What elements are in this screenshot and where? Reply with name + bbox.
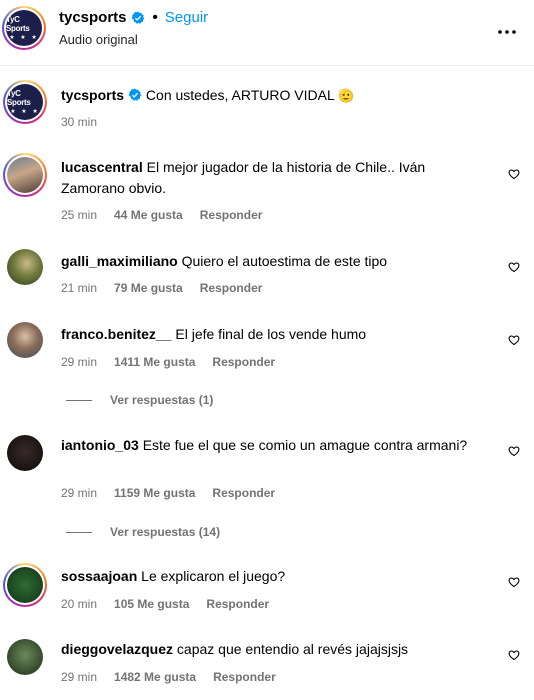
comment-text: franco.benitez__ El jefe final de los ve…	[61, 324, 481, 345]
comment-likes[interactable]: 105 Me gusta	[114, 597, 189, 611]
reply-button[interactable]: Responder	[200, 281, 263, 295]
post-author: tycsports • Seguir	[59, 9, 208, 26]
comment-time[interactable]: 25 min	[61, 208, 97, 222]
comment-likes[interactable]: 44 Me gusta	[114, 208, 183, 222]
comment-body: Este fue el que se comio un amague contr…	[142, 437, 468, 453]
avatar-photo	[7, 157, 43, 193]
comment-text: iantonio_03 Este fue el que se comio un …	[61, 435, 481, 456]
comment-text: sossaajoan Le explicaron el juego?	[61, 566, 481, 587]
replies-divider	[66, 399, 92, 401]
comment-time[interactable]: 29 min	[61, 486, 97, 500]
comment-body: El jefe final de los vende humo	[175, 326, 367, 342]
story-ring-avatar[interactable]: TyC Sports ★ ★ ★	[2, 6, 46, 50]
verified-icon	[128, 88, 142, 101]
comment-meta: 29 min 1411 Me gusta Responder	[61, 355, 275, 369]
comment-avatar[interactable]	[7, 249, 43, 285]
view-replies-label: Ver respuestas (1)	[110, 393, 214, 407]
reply-button[interactable]: Responder	[200, 208, 263, 222]
comment-username[interactable]: iantonio_03	[61, 437, 139, 453]
caption-username[interactable]: tycsports	[61, 87, 124, 103]
comment-username[interactable]: dieggovelazquez	[61, 641, 173, 657]
caption-body: Con ustedes, ARTURO VIDAL	[145, 87, 335, 103]
comment-text: lucascentral El mejor jugador de la hist…	[61, 157, 481, 199]
heart-icon[interactable]	[508, 576, 520, 588]
caption-avatar[interactable]: TyC Sports ★ ★ ★	[3, 80, 47, 124]
comment-likes[interactable]: 1159 Me gusta	[114, 486, 195, 500]
comment-username[interactable]: lucascentral	[61, 159, 143, 175]
more-options-icon[interactable]	[498, 18, 516, 39]
verified-icon	[131, 11, 144, 24]
comment-body: Le explicaron el juego?	[141, 568, 286, 584]
comment-time[interactable]: 21 min	[61, 281, 97, 295]
salute-emoji: 🫡	[338, 88, 355, 103]
comment-text: dieggovelazquez capaz que entendio al re…	[61, 639, 481, 660]
heart-icon[interactable]	[508, 168, 520, 180]
audio-label[interactable]: Audio original	[59, 32, 138, 47]
comment-meta: 29 min 1482 Me gusta Responder	[61, 670, 276, 684]
heart-icon[interactable]	[508, 445, 520, 457]
heart-icon[interactable]	[508, 334, 520, 346]
comment-meta: 20 min 105 Me gusta Responder	[61, 597, 269, 611]
comment-likes[interactable]: 1482 Me gusta	[114, 670, 196, 684]
replies-divider	[66, 531, 92, 533]
comment-avatar[interactable]	[7, 322, 43, 358]
comment-username[interactable]: galli_maximiliano	[61, 253, 178, 269]
reply-button[interactable]: Responder	[212, 486, 275, 500]
caption-time[interactable]: 30 min	[61, 115, 97, 129]
comment-time[interactable]: 29 min	[61, 670, 97, 684]
comment-avatar[interactable]	[3, 153, 47, 197]
view-replies-label: Ver respuestas (14)	[110, 525, 221, 539]
comment-time[interactable]: 20 min	[61, 597, 97, 611]
comment-likes[interactable]: 1411 Me gusta	[114, 355, 195, 369]
comment-body: Quiero el autoestima de este tipo	[181, 253, 388, 269]
avatar-photo	[7, 567, 43, 603]
separator-dot: •	[152, 9, 158, 26]
tycsports-logo: TyC Sports ★ ★ ★	[7, 84, 43, 120]
caption-meta: 30 min	[61, 115, 114, 129]
comment-body: capaz que entendio al revés jajajsjsjs	[176, 641, 409, 657]
view-replies-button[interactable]: Ver respuestas (1)	[66, 393, 213, 407]
comment-username[interactable]: franco.benitez__	[61, 326, 171, 342]
comment-likes[interactable]: 79 Me gusta	[114, 281, 183, 295]
heart-icon[interactable]	[508, 261, 520, 273]
comment-text: galli_maximiliano Quiero el autoestima d…	[61, 251, 481, 272]
tycsports-logo: TyC Sports ★ ★ ★	[6, 10, 42, 46]
comment-time[interactable]: 29 min	[61, 355, 97, 369]
comment-avatar[interactable]	[7, 435, 43, 471]
author-username[interactable]: tycsports	[59, 9, 127, 26]
comment-avatar[interactable]	[3, 563, 47, 607]
view-replies-button[interactable]: Ver respuestas (14)	[66, 525, 220, 539]
reply-button[interactable]: Responder	[213, 670, 276, 684]
post-header: TyC Sports ★ ★ ★ tycsports • Seguir Audi…	[0, 0, 534, 66]
caption-text: tycsports Con ustedes, ARTURO VIDAL 🫡	[61, 85, 481, 106]
heart-icon[interactable]	[508, 649, 520, 661]
reply-button[interactable]: Responder	[206, 597, 269, 611]
comment-avatar[interactable]	[7, 639, 43, 675]
comment-meta: 29 min 1159 Me gusta Responder	[61, 486, 275, 500]
reply-button[interactable]: Responder	[212, 355, 275, 369]
comment-username[interactable]: sossaajoan	[61, 568, 137, 584]
comment-meta: 21 min 79 Me gusta Responder	[61, 281, 262, 295]
follow-button[interactable]: Seguir	[165, 9, 208, 26]
comment-meta: 25 min 44 Me gusta Responder	[61, 208, 262, 222]
